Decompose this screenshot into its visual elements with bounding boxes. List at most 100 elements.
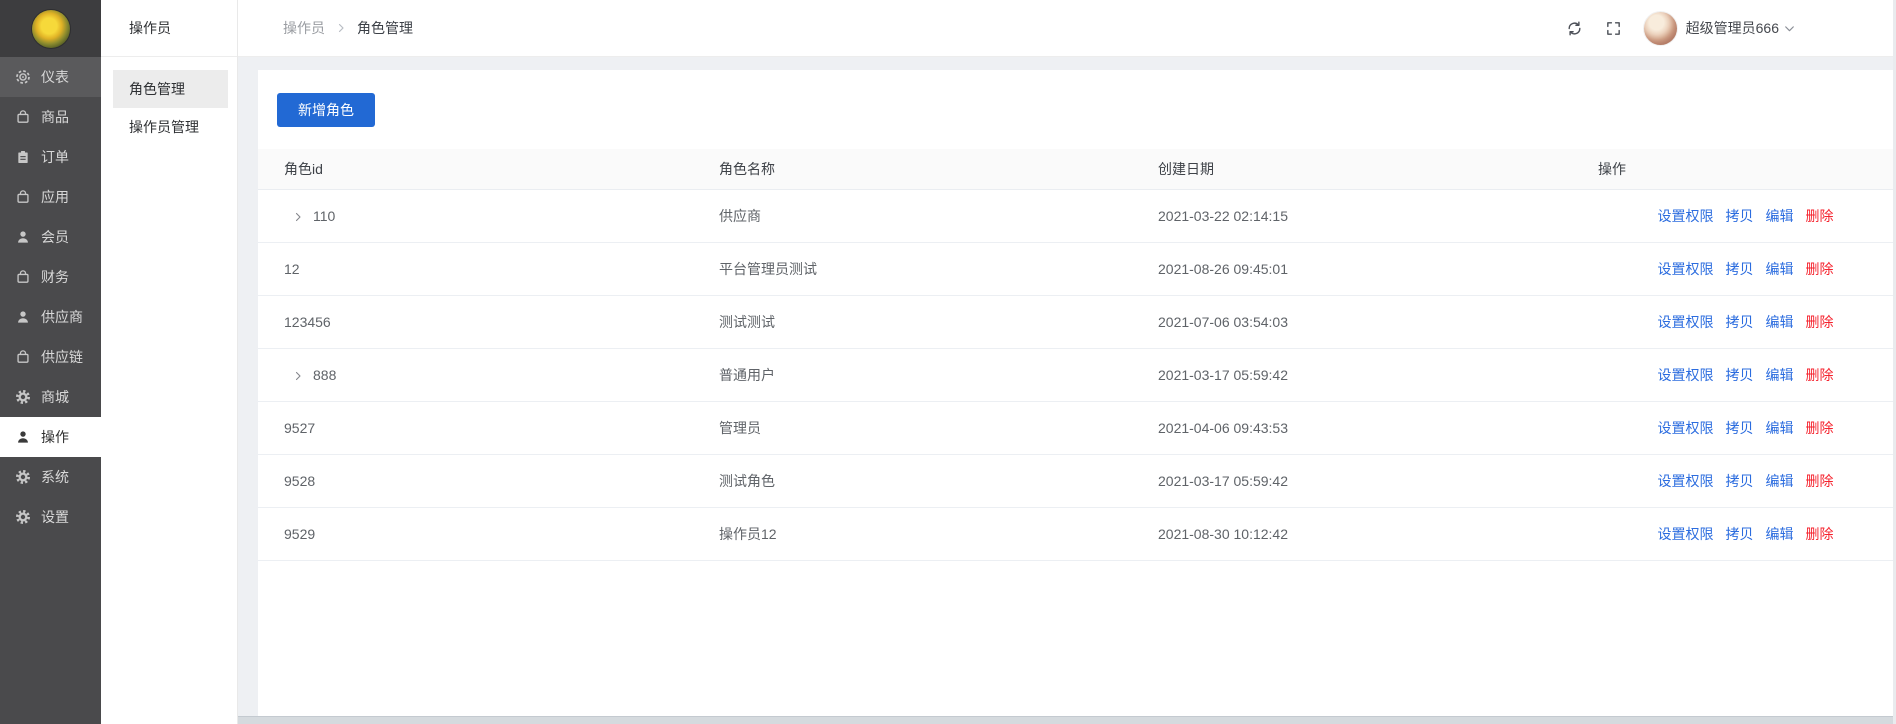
- copy-link[interactable]: 拷贝: [1726, 420, 1754, 436]
- sidebar-item-供应链[interactable]: 供应链: [0, 337, 101, 377]
- cell-role-name: 操作员12: [693, 507, 1132, 561]
- sidebar-item-商品[interactable]: 商品: [0, 97, 101, 137]
- delete-link[interactable]: 删除: [1806, 261, 1834, 277]
- cell-role-id: 9528: [258, 454, 693, 508]
- cell-actions: 设置权限 拷贝 编辑 删除: [1572, 189, 1893, 243]
- horizontal-scrollbar[interactable]: [238, 716, 1896, 724]
- copy-link[interactable]: 拷贝: [1726, 208, 1754, 224]
- sidebar-item-商城[interactable]: 商城: [0, 377, 101, 417]
- user-name[interactable]: 超级管理员666: [1686, 18, 1779, 38]
- edit-link[interactable]: 编辑: [1766, 314, 1794, 330]
- delete-link[interactable]: 删除: [1806, 473, 1834, 489]
- bag-icon: [17, 350, 29, 363]
- sidebar-item-供应商[interactable]: 供应商: [0, 297, 101, 337]
- set-permission-link[interactable]: 设置权限: [1658, 261, 1714, 277]
- copy-link[interactable]: 拷贝: [1726, 473, 1754, 489]
- delete-link[interactable]: 删除: [1806, 526, 1834, 542]
- cell-created-date: 2021-03-17 05:59:42: [1132, 348, 1572, 402]
- sidebar-item-仪表[interactable]: 仪表: [0, 57, 101, 97]
- breadcrumb-current: 角色管理: [357, 20, 413, 36]
- delete-link[interactable]: 删除: [1806, 367, 1834, 383]
- sidebar-item-label: 供应商: [41, 309, 83, 325]
- edit-link[interactable]: 编辑: [1766, 261, 1794, 277]
- delete-link[interactable]: 删除: [1806, 314, 1834, 330]
- copy-link[interactable]: 拷贝: [1726, 367, 1754, 383]
- cell-role-id: 888: [258, 348, 693, 402]
- breadcrumb-prev[interactable]: 操作员: [283, 18, 325, 38]
- set-permission-link[interactable]: 设置权限: [1658, 367, 1714, 383]
- cell-role-name: 普通用户: [693, 348, 1132, 402]
- person-icon: [18, 311, 28, 323]
- secondary-sidebar: 操作员 角色管理 操作员管理: [101, 0, 238, 724]
- gear-icon: [16, 470, 30, 484]
- copy-link[interactable]: 拷贝: [1726, 261, 1754, 277]
- set-permission-link[interactable]: 设置权限: [1658, 208, 1714, 224]
- chevron-down-icon[interactable]: [1783, 22, 1796, 35]
- sidebar-item-label: 仪表: [41, 69, 69, 85]
- main-area: 操作员 角色管理 超级管理员666 新增角色 角色id 角色名称 创建日期 操作…: [238, 0, 1896, 724]
- add-role-button[interactable]: 新增角色: [277, 93, 375, 127]
- cell-created-date: 2021-04-06 09:43:53: [1132, 401, 1572, 455]
- table-header-row: 角色id 角色名称 创建日期 操作: [258, 149, 1893, 190]
- bag-icon: [17, 190, 29, 203]
- sidebar-item-设置[interactable]: 设置: [0, 497, 101, 537]
- gear-icon: [16, 390, 30, 404]
- table-row: 110 供应商 2021-03-22 02:14:15 设置权限 拷贝 编辑 删除: [258, 189, 1893, 243]
- table-body: 110 供应商 2021-03-22 02:14:15 设置权限 拷贝 编辑 删除 12 平台管…: [258, 189, 1893, 561]
- roles-card: 新增角色 角色id 角色名称 创建日期 操作 110 供应商 2021-03-22 …: [258, 70, 1893, 716]
- fullscreen-icon[interactable]: [1601, 16, 1626, 41]
- expand-row-icon[interactable]: [292, 370, 304, 382]
- set-permission-link[interactable]: 设置权限: [1658, 314, 1714, 330]
- sidebar-item-label: 系统: [41, 469, 69, 485]
- submenu-item-角色管理[interactable]: 角色管理: [113, 70, 228, 108]
- copy-link[interactable]: 拷贝: [1726, 526, 1754, 542]
- table-row: 123456 测试测试 2021-07-06 03:54:03 设置权限 拷贝 编辑 删除: [258, 295, 1893, 349]
- person-icon: [18, 431, 28, 443]
- edit-link[interactable]: 编辑: [1766, 367, 1794, 383]
- roles-table: 角色id 角色名称 创建日期 操作 110 供应商 2021-03-22 02:14…: [258, 149, 1893, 561]
- cell-actions: 设置权限 拷贝 编辑 删除: [1572, 242, 1893, 296]
- edit-link[interactable]: 编辑: [1766, 526, 1794, 542]
- delete-link[interactable]: 删除: [1806, 208, 1834, 224]
- person-icon: [18, 231, 28, 243]
- gear-icon: [16, 510, 30, 524]
- set-permission-link[interactable]: 设置权限: [1658, 526, 1714, 542]
- sidebar-item-订单[interactable]: 订单: [0, 137, 101, 177]
- breadcrumb: 操作员 角色管理: [283, 18, 413, 38]
- set-permission-link[interactable]: 设置权限: [1658, 473, 1714, 489]
- cell-actions: 设置权限 拷贝 编辑 删除: [1572, 295, 1893, 349]
- edit-link[interactable]: 编辑: [1766, 208, 1794, 224]
- cell-actions: 设置权限 拷贝 编辑 删除: [1572, 507, 1893, 561]
- logo-flower-avatar[interactable]: [31, 9, 70, 48]
- submenu-item-label: 操作员管理: [129, 119, 199, 135]
- logo-area: [0, 0, 101, 57]
- delete-link[interactable]: 删除: [1806, 420, 1834, 436]
- expand-row-icon[interactable]: [292, 211, 304, 223]
- sidebar-item-会员[interactable]: 会员: [0, 217, 101, 257]
- sidebar-item-label: 商品: [41, 109, 69, 125]
- cell-actions: 设置权限 拷贝 编辑 删除: [1572, 348, 1893, 402]
- cell-actions: 设置权限 拷贝 编辑 删除: [1572, 401, 1893, 455]
- sidebar-item-操作[interactable]: 操作: [0, 417, 101, 457]
- sidebar-item-label: 财务: [41, 269, 69, 285]
- sidebar-item-财务[interactable]: 财务: [0, 257, 101, 297]
- table-row: 9528 测试角色 2021-03-17 05:59:42 设置权限 拷贝 编辑 删除: [258, 454, 1893, 508]
- copy-link[interactable]: 拷贝: [1726, 314, 1754, 330]
- cell-role-id: 9527: [258, 401, 693, 455]
- set-permission-link[interactable]: 设置权限: [1658, 420, 1714, 436]
- user-avatar[interactable]: [1643, 11, 1677, 45]
- submenu-item-label: 角色管理: [129, 81, 185, 97]
- topbar-right: 超级管理员666: [1562, 11, 1796, 45]
- column-header-role-name: 角色名称: [693, 149, 1132, 190]
- refresh-icon[interactable]: [1562, 16, 1587, 41]
- table-row: 9529 操作员12 2021-08-30 10:12:42 设置权限 拷贝 编辑 删除: [258, 507, 1893, 561]
- column-header-actions: 操作: [1572, 149, 1893, 190]
- cell-role-id: 110: [258, 189, 693, 243]
- submenu-item-操作员管理[interactable]: 操作员管理: [113, 108, 228, 146]
- sidebar-item-系统[interactable]: 系统: [0, 457, 101, 497]
- clipboard-icon: [18, 151, 28, 163]
- edit-link[interactable]: 编辑: [1766, 473, 1794, 489]
- edit-link[interactable]: 编辑: [1766, 420, 1794, 436]
- gauge-icon: [16, 70, 30, 84]
- sidebar-item-应用[interactable]: 应用: [0, 177, 101, 217]
